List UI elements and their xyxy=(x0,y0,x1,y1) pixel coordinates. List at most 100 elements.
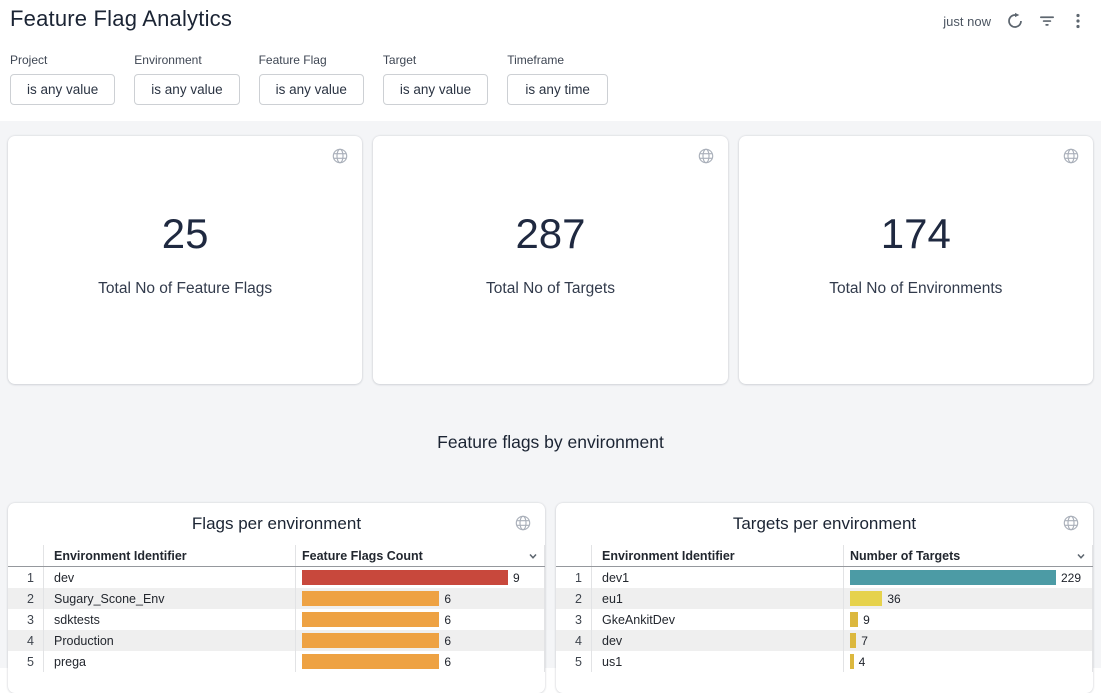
table-row: 1dev1229 xyxy=(556,567,1093,588)
bar-value-label: 6 xyxy=(444,634,451,648)
stat-value: 25 xyxy=(162,210,209,258)
stat-label: Total No of Feature Flags xyxy=(98,280,272,298)
flags-per-environment-card: Flags per environment Environment Identi… xyxy=(8,503,545,693)
table-header-row: Environment Identifier Number of Targets xyxy=(556,545,1093,567)
row-index-header xyxy=(556,545,592,566)
bar-cell: 9 xyxy=(844,609,1093,630)
bar-cell: 229 xyxy=(844,567,1093,588)
globe-button[interactable] xyxy=(1060,145,1082,167)
more-menu-button[interactable] xyxy=(1067,9,1089,33)
value-bar[interactable] xyxy=(302,570,508,585)
column-label: Number of Targets xyxy=(850,549,960,563)
value-bar[interactable] xyxy=(302,612,439,627)
filter-timeframe: Timeframe is any time xyxy=(507,53,608,105)
row-index: 5 xyxy=(8,651,44,672)
globe-button[interactable] xyxy=(329,145,351,167)
table-header-row: Environment Identifier Feature Flags Cou… xyxy=(8,545,545,567)
filter-target: Target is any value xyxy=(383,53,488,105)
topbar: Feature Flag Analytics just now xyxy=(0,0,1101,34)
globe-icon xyxy=(514,514,532,532)
bar-value-label: 4 xyxy=(859,655,866,669)
bar-value-label: 36 xyxy=(887,592,900,606)
row-index: 4 xyxy=(8,630,44,651)
filter-toggle-button[interactable] xyxy=(1035,9,1059,33)
value-bar[interactable] xyxy=(302,654,439,669)
globe-icon xyxy=(1062,514,1080,532)
bar-value-label: 6 xyxy=(444,613,451,627)
value-bar[interactable] xyxy=(302,591,439,606)
table-title: Targets per environment xyxy=(556,513,1093,535)
environment-identifier-cell: Sugary_Scone_Env xyxy=(44,588,296,609)
row-index-header xyxy=(8,545,44,566)
environment-identifier-cell: prega xyxy=(44,651,296,672)
table-row: 4dev7 xyxy=(556,630,1093,651)
value-bar[interactable] xyxy=(850,633,856,648)
refresh-icon xyxy=(1006,12,1024,30)
table-row: 5us14 xyxy=(556,651,1093,672)
row-index: 2 xyxy=(556,588,592,609)
filter-label: Timeframe xyxy=(507,53,608,67)
filter-feature-flag: Feature Flag is any value xyxy=(259,53,364,105)
filter-environment: Environment is any value xyxy=(134,53,239,105)
environment-identifier-cell: Production xyxy=(44,630,296,651)
last-refreshed-label: just now xyxy=(943,14,991,29)
filter-label: Project xyxy=(10,53,115,67)
environment-identifier-cell: dev xyxy=(44,567,296,588)
value-bar[interactable] xyxy=(850,654,854,669)
bar-value-label: 229 xyxy=(1061,571,1081,585)
bar-cell: 36 xyxy=(844,588,1093,609)
stat-value: 174 xyxy=(881,210,951,258)
stat-card-environments: 174 Total No of Environments xyxy=(739,136,1093,384)
filter-project: Project is any value xyxy=(10,53,115,105)
filter-project-value-button[interactable]: is any value xyxy=(10,74,115,105)
stat-row: 25 Total No of Feature Flags 287 Total N… xyxy=(8,136,1093,384)
table-row: 2Sugary_Scone_Env6 xyxy=(8,588,545,609)
table-row: 1dev9 xyxy=(8,567,545,588)
environment-identifier-cell: eu1 xyxy=(592,588,844,609)
globe-button[interactable] xyxy=(1060,512,1082,534)
value-bar[interactable] xyxy=(302,633,439,648)
stat-value: 287 xyxy=(515,210,585,258)
globe-icon xyxy=(1062,147,1080,165)
table-row: 3GkeAnkitDev9 xyxy=(556,609,1093,630)
flags-table: Environment Identifier Feature Flags Cou… xyxy=(8,545,545,672)
bar-value-label: 9 xyxy=(513,571,520,585)
refresh-button[interactable] xyxy=(1003,9,1027,33)
filter-target-value-button[interactable]: is any value xyxy=(383,74,488,105)
environment-identifier-cell: dev1 xyxy=(592,567,844,588)
filter-timeframe-value-button[interactable]: is any time xyxy=(507,74,608,105)
environment-identifier-header[interactable]: Environment Identifier xyxy=(592,545,844,566)
targets-table: Environment Identifier Number of Targets… xyxy=(556,545,1093,672)
filter-feature-flag-value-button[interactable]: is any value xyxy=(259,74,364,105)
filter-bar: Project is any value Environment is any … xyxy=(0,34,1101,121)
dashboard-area: 25 Total No of Feature Flags 287 Total N… xyxy=(0,121,1101,668)
page-title: Feature Flag Analytics xyxy=(10,4,232,34)
globe-button[interactable] xyxy=(512,512,534,534)
table-body: 1dev12292eu1363GkeAnkitDev94dev75us14 xyxy=(556,567,1093,672)
bar-cell: 9 xyxy=(296,567,545,588)
table-row: 2eu1 36 xyxy=(556,588,1093,609)
row-index: 3 xyxy=(8,609,44,630)
globe-icon xyxy=(697,147,715,165)
globe-button[interactable] xyxy=(695,145,717,167)
filter-label: Environment xyxy=(134,53,239,67)
bar-cell: 7 xyxy=(844,630,1093,651)
row-index: 4 xyxy=(556,630,592,651)
value-bar[interactable] xyxy=(850,591,882,606)
stat-card-targets: 287 Total No of Targets xyxy=(373,136,727,384)
filter-environment-value-button[interactable]: is any value xyxy=(134,74,239,105)
chevron-down-icon[interactable] xyxy=(1075,550,1087,562)
environment-identifier-header[interactable]: Environment Identifier xyxy=(44,545,296,566)
value-bar[interactable] xyxy=(850,570,1056,585)
number-of-targets-header[interactable]: Number of Targets xyxy=(844,545,1093,566)
row-index: 5 xyxy=(556,651,592,672)
feature-flags-count-header[interactable]: Feature Flags Count xyxy=(296,545,545,566)
stat-label: Total No of Targets xyxy=(486,280,615,298)
chevron-down-icon[interactable] xyxy=(527,550,539,562)
table-row: 3sdktests6 xyxy=(8,609,545,630)
targets-per-environment-card: Targets per environment Environment Iden… xyxy=(556,503,1093,693)
value-bar[interactable] xyxy=(850,612,858,627)
stat-card-feature-flags: 25 Total No of Feature Flags xyxy=(8,136,362,384)
bar-value-label: 7 xyxy=(861,634,868,648)
bar-value-label: 6 xyxy=(444,655,451,669)
